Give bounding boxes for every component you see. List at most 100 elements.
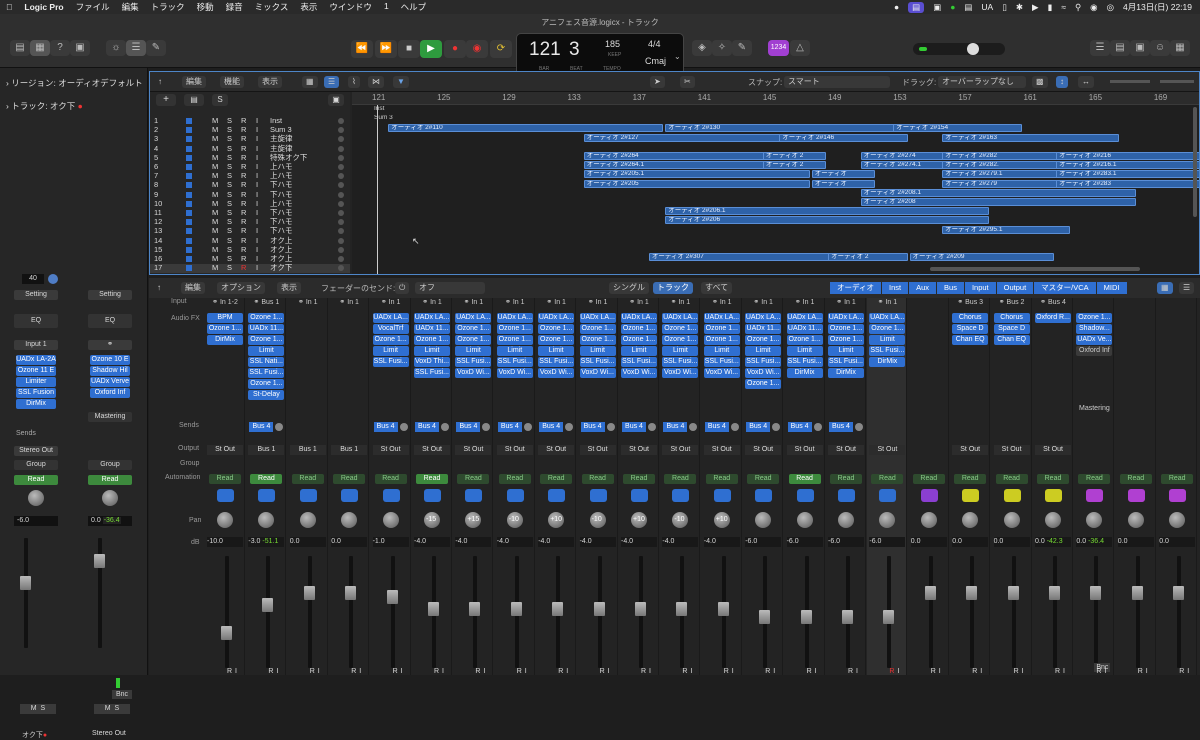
- record-button[interactable]: R: [848, 668, 853, 675]
- plugin-slot[interactable]: UADx LA...: [703, 313, 740, 323]
- volume-knob-icon[interactable]: [338, 127, 344, 134]
- plugin-slot[interactable]: Limit: [538, 346, 575, 356]
- automation-read-button[interactable]: Read: [416, 474, 448, 484]
- input-monitor-button[interactable]: I: [690, 668, 692, 675]
- pan-knob[interactable]: [920, 512, 937, 528]
- volume-value[interactable]: -1.0: [372, 537, 409, 547]
- send-level-knob[interactable]: [772, 423, 781, 431]
- plugin-slot[interactable]: SSL Fusi...: [372, 357, 409, 367]
- input-monitor-button[interactable]: I: [401, 668, 403, 675]
- input-monitor-button[interactable]: I: [256, 236, 258, 246]
- plugin-slot[interactable]: Ozone 1...: [579, 335, 616, 345]
- input-monitor-button[interactable]: I: [897, 668, 899, 675]
- volume-knob-icon[interactable]: [338, 164, 344, 170]
- input-monitor-button[interactable]: I: [483, 668, 485, 675]
- plugin-slot[interactable]: SSL Fusi...: [414, 368, 450, 378]
- input-monitor-button[interactable]: I: [359, 668, 361, 675]
- waveform-zoom-icon[interactable]: ▩: [1032, 76, 1048, 88]
- volume-fader-cap[interactable]: [883, 610, 895, 624]
- library-icon[interactable]: ▤: [10, 40, 30, 56]
- automation-read-button[interactable]: Read: [1078, 474, 1111, 484]
- inspector-dial-icon[interactable]: [48, 274, 58, 284]
- send-slot[interactable]: Bus 4: [456, 422, 481, 432]
- plugin-slot[interactable]: Limit: [414, 346, 450, 356]
- output-slot[interactable]: St Out: [1035, 445, 1071, 455]
- group-button-2[interactable]: Group: [88, 460, 132, 470]
- list-view-icon[interactable]: ☰: [324, 76, 340, 88]
- volume-value[interactable]: -4.0: [621, 537, 657, 547]
- volume-fader-cap[interactable]: [303, 586, 315, 600]
- automation-read-button[interactable]: Read: [14, 475, 58, 485]
- plugin-slot[interactable]: SSL Fusi...: [786, 357, 823, 367]
- master-volume-knob[interactable]: [967, 43, 979, 55]
- input-slot[interactable]: ⚭ In 1: [828, 298, 864, 308]
- record-button[interactable]: R: [517, 668, 522, 675]
- send-slot[interactable]: Bus 4: [829, 422, 853, 432]
- plugin-slot[interactable]: UADx LA...: [869, 313, 906, 323]
- automation-read-button[interactable]: Read: [1037, 474, 1069, 484]
- pan-knob[interactable]: [28, 490, 44, 506]
- volume-value[interactable]: 0.0: [952, 537, 989, 547]
- toggle-icon[interactable]: ◉: [1090, 2, 1097, 13]
- plugin-slot[interactable]: Limit: [455, 346, 492, 356]
- channel-icon[interactable]: [424, 489, 441, 502]
- horizontal-zoom-icon[interactable]: ↔: [1078, 76, 1094, 88]
- plugin-slot[interactable]: Ozone 1...: [496, 324, 533, 334]
- plugin-slot[interactable]: Ozone 1...: [662, 324, 699, 334]
- list-editors-icon[interactable]: ☰: [1090, 40, 1110, 56]
- menu-item[interactable]: トラック: [151, 1, 185, 13]
- input-monitor-button[interactable]: I: [1104, 668, 1106, 675]
- output-slot[interactable]: St Out: [869, 445, 906, 455]
- input-slot[interactable]: ⚭ In 1: [497, 298, 533, 308]
- send-level-knob[interactable]: [730, 423, 739, 431]
- region-inspector-header[interactable]: › リージョン: オーディオデフォルト: [6, 77, 143, 89]
- plugin-slot[interactable]: Shadow...: [1076, 324, 1113, 334]
- input-monitor-button[interactable]: I: [256, 135, 258, 144]
- input-monitor-button[interactable]: I: [525, 668, 527, 675]
- channel-icon[interactable]: [465, 489, 483, 502]
- channel-icon[interactable]: [589, 489, 607, 502]
- plugin-slot[interactable]: SSL Fusi...: [703, 357, 740, 367]
- input-monitor-button[interactable]: I: [256, 190, 258, 200]
- mute-button[interactable]: M: [212, 236, 218, 246]
- plugin-slot[interactable]: Limit: [579, 346, 616, 356]
- volume-fader-track[interactable]: [1177, 556, 1182, 668]
- plugin-slot[interactable]: Chan EQ: [952, 335, 989, 345]
- audio-region[interactable]: Inst: [372, 106, 419, 114]
- volume-fader-cap[interactable]: [1090, 586, 1102, 600]
- volume-value[interactable]: 0.0: [289, 537, 326, 547]
- volume-knob-icon[interactable]: [338, 256, 344, 262]
- send-slot[interactable]: Bus 4: [497, 422, 522, 432]
- automation-read-button[interactable]: Read: [623, 474, 655, 484]
- send-slot[interactable]: Bus 4: [622, 422, 646, 432]
- plugin-slot[interactable]: Ozone 1...: [745, 379, 782, 389]
- record-button[interactable]: R: [807, 668, 812, 675]
- mute-button[interactable]: M: [212, 190, 218, 200]
- audio-region[interactable]: オーディオ 2#216.1: [1056, 161, 1199, 170]
- audio-region[interactable]: オーディオ 2#208.1: [860, 188, 1136, 197]
- record-button[interactable]: R: [1179, 668, 1184, 675]
- solo-button[interactable]: S: [41, 705, 46, 712]
- automation-read-button[interactable]: Read: [291, 474, 324, 484]
- audio-region[interactable]: オーディオ 2: [762, 152, 827, 160]
- pan-knob[interactable]: [382, 512, 399, 528]
- spotify-icon[interactable]: ●: [950, 2, 955, 12]
- horizontal-zoom-slider[interactable]: [1160, 80, 1194, 83]
- view-menu[interactable]: 表示: [258, 76, 282, 88]
- channel-icon[interactable]: [672, 489, 690, 502]
- volume-value[interactable]: -10.0: [207, 537, 243, 547]
- track-row[interactable]: 1 M S R I Inst: [150, 116, 350, 126]
- volume-value[interactable]: 0.0: [993, 537, 1030, 547]
- track-row[interactable]: 10 M S R I 上ハモ: [150, 199, 350, 209]
- send-slot[interactable]: Bus 4: [787, 422, 812, 432]
- input-button[interactable]: Input 1: [14, 340, 58, 350]
- plugin-slot[interactable]: Ozone 1...: [538, 335, 575, 345]
- input-monitor-button[interactable]: I: [566, 668, 568, 675]
- volume-value[interactable]: 0.0 -36.4: [1076, 537, 1113, 547]
- toolbar-icon[interactable]: ▣: [70, 40, 90, 56]
- record-button[interactable]: R: [600, 668, 605, 675]
- count-in-button[interactable]: 1234: [768, 40, 789, 56]
- volume-knob-icon[interactable]: [338, 237, 344, 244]
- audio-region[interactable]: Sum 3: [372, 115, 403, 123]
- plugin-slot[interactable]: SSL Fusi...: [869, 346, 906, 356]
